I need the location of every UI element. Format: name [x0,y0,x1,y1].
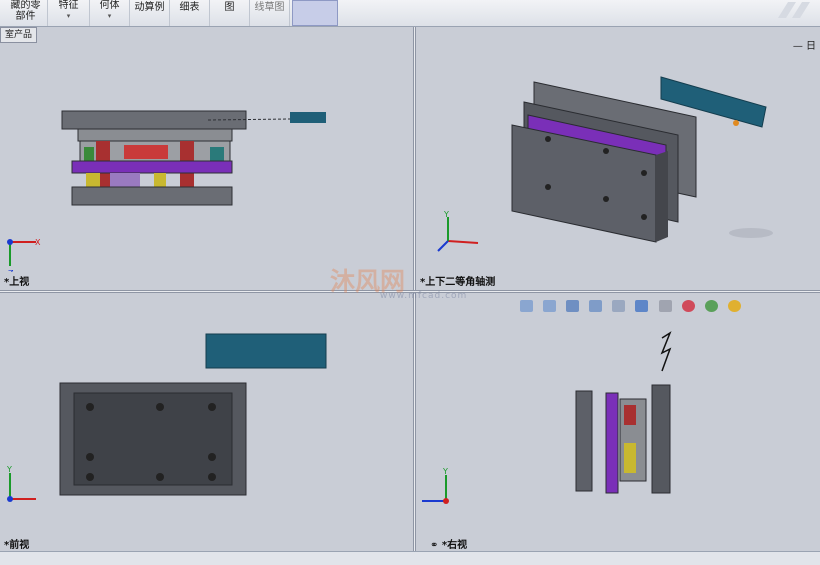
view-settings-icon[interactable] [727,300,741,312]
apply-scene-icon[interactable] [704,300,718,312]
heads-up-view-toolbar [520,297,746,312]
show-hidden-components-button[interactable]: 藏的零 部件 [4,0,48,26]
reference-geometry-label: 何体 [99,0,120,11]
hide-show-items-icon[interactable] [658,300,672,312]
active-toolbar-slot[interactable] [292,0,338,26]
zoom-to-fit-icon[interactable] [520,300,533,312]
show-hidden-label: 藏的零 部件 [10,0,41,22]
reference-geometry-chevron-down-icon: ▾ [107,12,112,20]
zoom-to-area-icon[interactable] [543,300,557,312]
view-label-isometric: *上下二等角轴测 [420,277,496,288]
viewport-isometric-view[interactable]: — 日 Y *上下二等角轴测 [416,27,820,290]
axis-x-label: X [35,238,41,247]
solidworks-logo-icon [778,2,810,18]
viewport-right-view[interactable]: Y ⚭ *右视 [416,293,820,551]
edit-appearance-icon[interactable] [681,300,695,312]
features-label: 特征 [58,0,79,11]
exploded-view-button[interactable]: 图 [210,0,250,26]
triad-isometric-icon: Y [437,210,479,252]
view-orientation-icon[interactable] [612,300,626,312]
axis-z-label: Z [8,269,14,272]
features-chevron-down-icon: ▾ [66,12,71,20]
view-label-front: *前视 [4,540,30,551]
viewport-front-view[interactable]: Y *前视 [0,293,413,551]
right-view-model [575,331,672,494]
watermark-url: www.mfcad.com [380,291,468,301]
link-views-icon[interactable]: ⚭ [430,540,442,551]
new-motion-study-button[interactable]: 动算例 [130,0,170,26]
features-button[interactable]: 特征 ▾ [48,0,90,26]
triad-top-view-icon: X Z [7,238,41,272]
view-label-right-text: *右视 [441,540,468,551]
motion-study-label: 动算例 [134,2,165,13]
top-view-model [61,110,326,206]
viewport-top-view[interactable]: X Z *上视 [0,27,413,290]
explode-line-sketch-button[interactable]: 线草图 [250,0,290,26]
triad-front-view-icon: Y [6,465,36,502]
axis-y-label-iso: Y [443,210,449,219]
display-style-icon[interactable] [635,300,649,312]
axis-y-label-front: Y [6,465,12,474]
bill-of-materials-button[interactable]: 细表 [170,0,210,26]
section-view-icon[interactable] [589,300,603,312]
pane-window-controls[interactable]: — 日 [793,37,816,52]
previous-view-icon[interactable] [566,300,580,312]
view-label-top: *上视 [4,277,30,288]
front-view-model [59,333,327,496]
bom-label: 细表 [179,2,200,13]
command-manager-toolbar: 藏的零 部件 特征 ▾ 何体 ▾ 动算例 细表 图 线草图 [0,0,820,27]
view-label-right: ⚭ *右视 [430,536,467,551]
vertical-viewport-splitter[interactable] [413,27,416,551]
feature-tree-tab[interactable]: 室产品 [0,27,38,43]
axis-y-label-right: Y [442,467,448,476]
exploded-view-label: 图 [224,2,235,13]
reference-geometry-button[interactable]: 何体 ▾ [90,0,130,26]
status-bar [0,551,820,565]
explode-line-sketch-label: 线草图 [254,2,285,13]
triad-right-view-icon: Y [422,467,449,504]
